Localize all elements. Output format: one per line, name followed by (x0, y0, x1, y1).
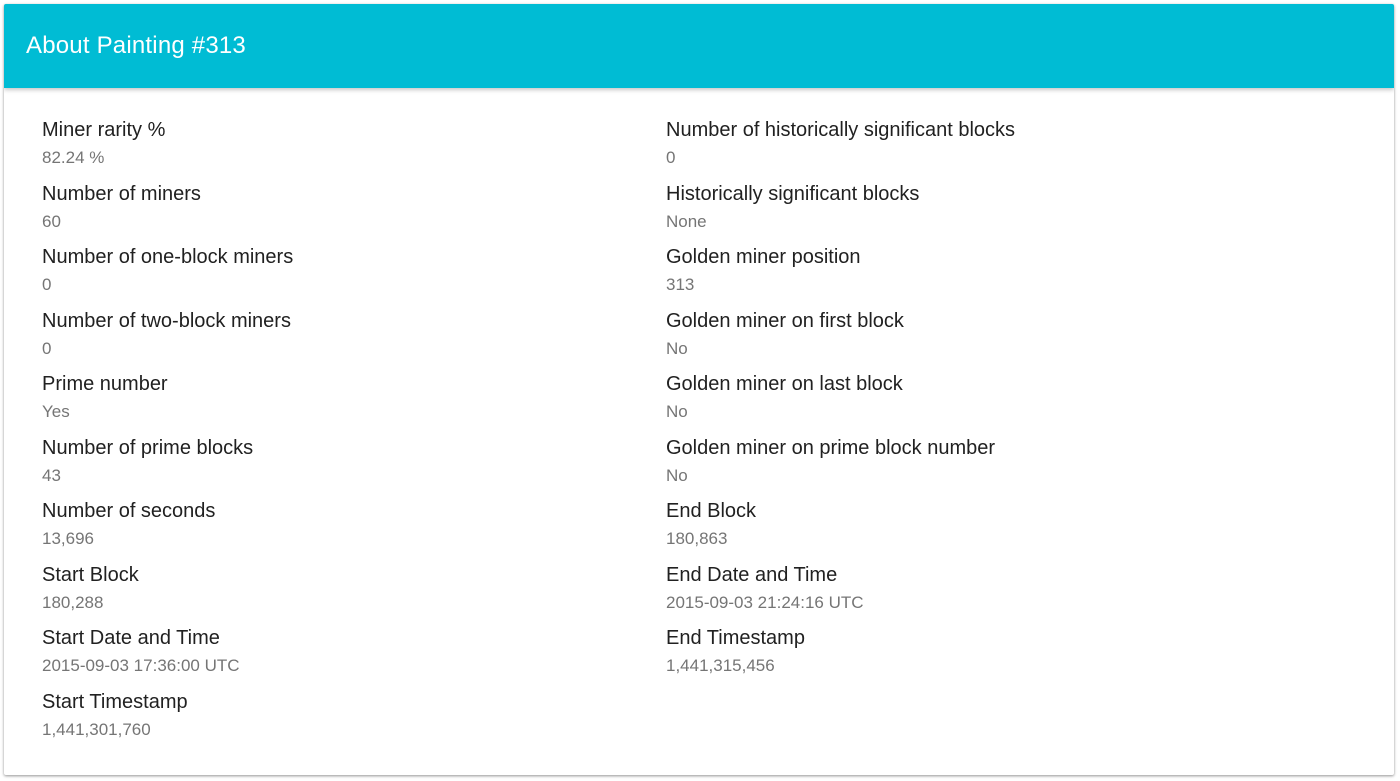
detail-end-block: End Block 180,863 (666, 499, 1266, 563)
details-column-right: Number of historically significant block… (666, 118, 1266, 690)
detail-value: 82.24 % (42, 148, 105, 167)
detail-historic-block-count: Number of historically significant block… (666, 118, 1266, 182)
detail-value: 180,288 (42, 592, 104, 612)
detail-label: Golden miner on first block (666, 309, 904, 332)
detail-number-of-miners: Number of miners 60 (42, 182, 642, 246)
detail-value: 2015-09-03 21:24:16 UTC (666, 592, 864, 612)
detail-value: 180,863 (666, 529, 728, 548)
page-title: About Painting #313 (26, 32, 246, 59)
detail-start-timestamp: Start Timestamp 1,441,301,760 (42, 690, 642, 754)
detail-label: Number of miners (42, 182, 201, 205)
detail-value: No (666, 338, 688, 358)
detail-label: Number of seconds (42, 500, 216, 522)
detail-value: 0 (42, 275, 52, 294)
detail-golden-miner-prime-block: Golden miner on prime block number No (666, 436, 1266, 500)
detail-value: 1,441,315,456 (666, 656, 775, 675)
detail-prime-number: Prime number Yes (42, 372, 642, 436)
detail-value: No (666, 402, 688, 421)
detail-two-block-miners: Number of two-block miners 0 (42, 309, 642, 373)
detail-golden-miner-last-block: Golden miner on last block No (666, 372, 1266, 436)
detail-end-date-time: End Date and Time 2015-09-03 21:24:16 UT… (666, 563, 1266, 627)
detail-historic-blocks: Historically significant blocks None (666, 182, 1266, 246)
detail-label: Golden miner position (666, 246, 861, 268)
detail-label: Golden miner on last block (666, 373, 903, 395)
detail-value: 313 (666, 275, 695, 294)
detail-golden-miner-position: Golden miner position 313 (666, 245, 1266, 309)
detail-start-date-time: Start Date and Time 2015-09-03 17:36:00 … (42, 626, 642, 690)
detail-label: Prime number (42, 373, 168, 395)
detail-value: 0 (42, 338, 52, 358)
detail-label: Start Date and Time (42, 627, 220, 649)
detail-value: 60 (42, 211, 61, 231)
detail-value: 0 (666, 148, 676, 167)
detail-end-timestamp: End Timestamp 1,441,315,456 (666, 626, 1266, 690)
card-header: About Painting #313 (4, 4, 1394, 88)
detail-value: 13,696 (42, 529, 94, 548)
detail-value: 2015-09-03 17:36:00 UTC (42, 656, 240, 675)
detail-value: Yes (42, 402, 70, 421)
detail-number-of-seconds: Number of seconds 13,696 (42, 499, 642, 563)
detail-start-block: Start Block 180,288 (42, 563, 642, 627)
detail-label: Start Timestamp (42, 690, 188, 713)
detail-label: Number of one-block miners (42, 246, 294, 268)
detail-golden-miner-first-block: Golden miner on first block No (666, 309, 1266, 373)
detail-label: Miner rarity % (42, 119, 166, 141)
detail-value: None (666, 211, 707, 231)
painting-info-card: About Painting #313 Miner rarity % 82.24… (4, 4, 1394, 775)
detail-one-block-miners: Number of one-block miners 0 (42, 245, 642, 309)
detail-label: Number of two-block miners (42, 309, 291, 332)
detail-label: End Block (666, 500, 757, 522)
detail-label: Historically significant blocks (666, 182, 920, 205)
detail-label: End Timestamp (666, 627, 805, 649)
detail-label: Number of prime blocks (42, 436, 254, 459)
detail-label: Golden miner on prime block number (666, 436, 996, 459)
detail-value: No (666, 465, 688, 485)
detail-value: 43 (42, 465, 61, 485)
detail-prime-blocks: Number of prime blocks 43 (42, 436, 642, 500)
detail-value: 1,441,301,760 (42, 719, 151, 739)
detail-label: Start Block (42, 563, 139, 586)
detail-miner-rarity: Miner rarity % 82.24 % (42, 118, 642, 182)
details-column-left: Miner rarity % 82.24 % Number of miners … (42, 118, 642, 753)
detail-label: Number of historically significant block… (666, 119, 1016, 141)
detail-label: End Date and Time (666, 563, 838, 586)
